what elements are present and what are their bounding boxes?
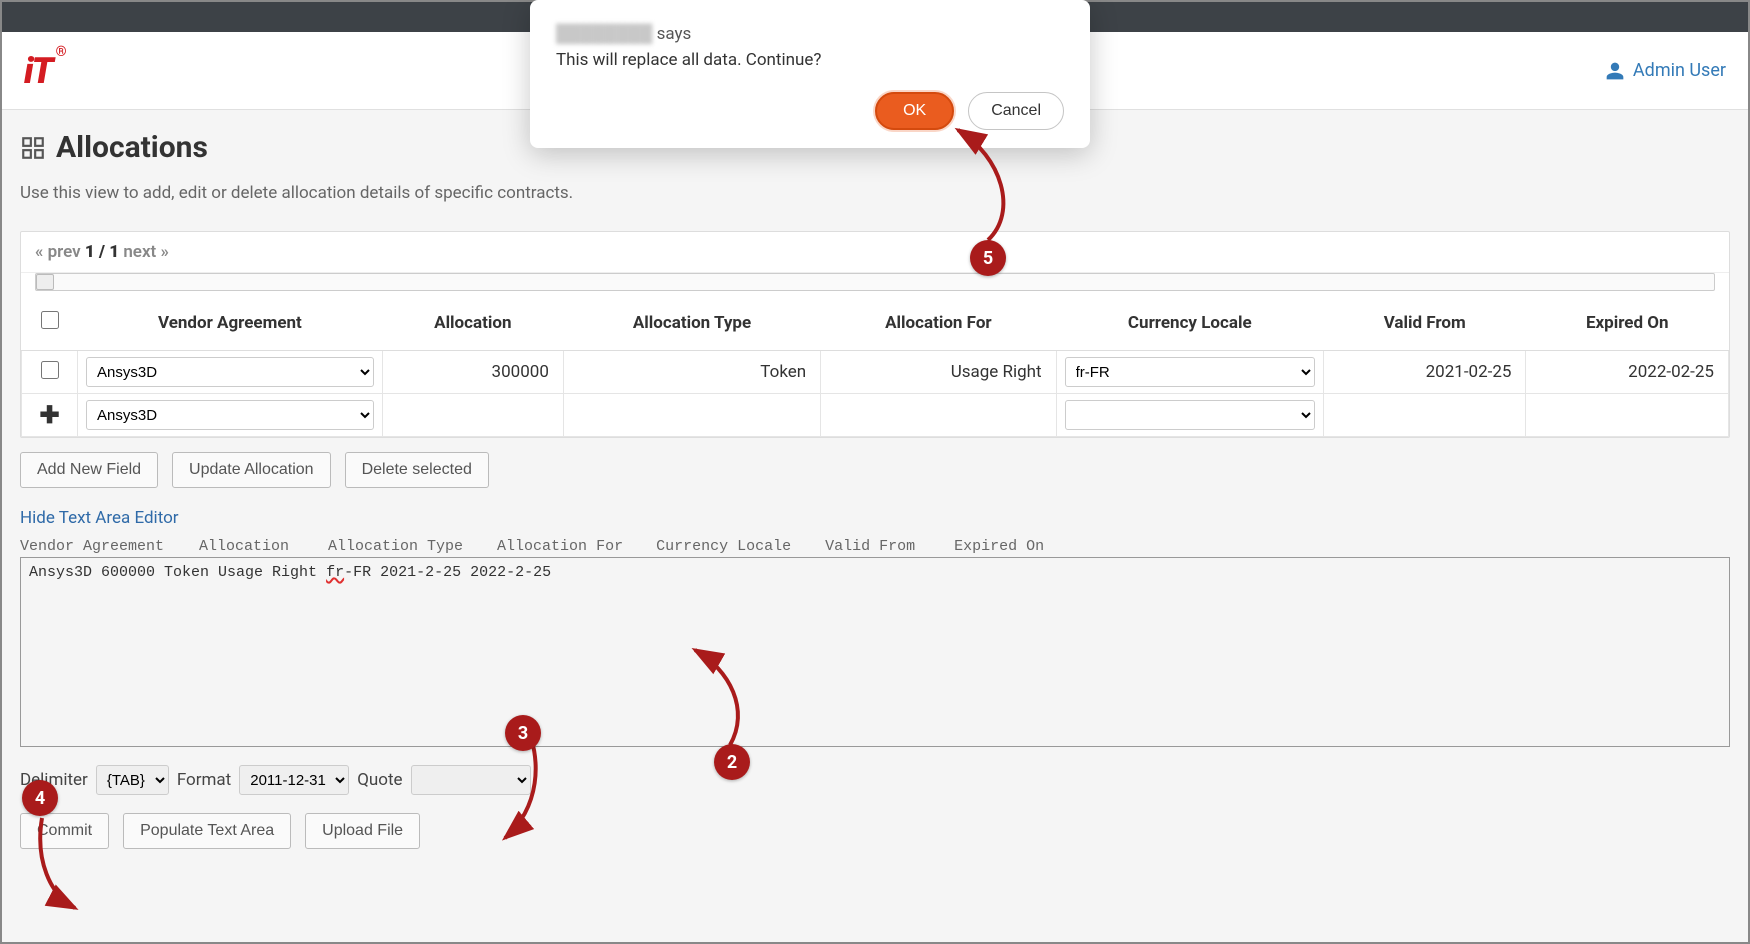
current-user-name: Admin User — [1633, 60, 1726, 81]
col-expired-on: Expired On — [1526, 295, 1729, 351]
page-subtitle: Use this view to add, edit or delete all… — [20, 183, 1730, 203]
commit-button[interactable]: Commit — [20, 813, 109, 849]
spellcheck-marker: fr — [326, 564, 344, 581]
allocation-value[interactable]: 300000 — [391, 362, 555, 382]
scroll-thumb[interactable] — [36, 274, 54, 290]
label-currency-locale: Currency Locale — [656, 538, 816, 555]
vendor-agreement-select[interactable]: Ansys3D — [86, 400, 374, 430]
dialog-origin-blurred: ████████ — [556, 24, 652, 44]
row-checkbox[interactable] — [41, 361, 59, 379]
grid-icon — [20, 135, 46, 161]
currency-locale-select[interactable]: fr-FR — [1065, 357, 1315, 387]
logo-text: iT — [24, 50, 52, 92]
allocations-table: Vendor Agreement Allocation Allocation T… — [21, 295, 1729, 437]
upload-file-button[interactable]: Upload File — [305, 813, 420, 849]
dialog-origin: ████████ says — [556, 24, 1064, 44]
quote-select[interactable] — [411, 765, 531, 795]
delete-selected-button[interactable]: Delete selected — [345, 452, 489, 488]
col-valid-from: Valid From — [1323, 295, 1525, 351]
text-area-column-labels: Vendor Agreement Allocation Allocation T… — [20, 538, 1730, 555]
allocations-table-panel: « prev 1 / 1 next » Vendor Agreement All… — [20, 231, 1730, 438]
currency-locale-select[interactable] — [1065, 400, 1315, 430]
step-badge-5: 5 — [970, 240, 1006, 276]
label-allocation: Allocation — [199, 538, 319, 555]
label-vendor-agreement: Vendor Agreement — [20, 538, 190, 555]
col-allocation-type: Allocation Type — [563, 295, 820, 351]
expired-on-value[interactable]: 2022-02-25 — [1534, 362, 1720, 382]
format-label: Format — [177, 770, 231, 790]
update-allocation-button[interactable]: Update Allocation — [172, 452, 331, 488]
label-allocation-type: Allocation Type — [328, 538, 488, 555]
add-row-icon[interactable]: ✚ — [39, 401, 59, 429]
logo-registered: ® — [56, 44, 65, 60]
bulk-edit-textarea[interactable]: Ansys3D 600000 Token Usage Right fr-FR 2… — [20, 557, 1730, 747]
col-vendor-agreement: Vendor Agreement — [78, 295, 383, 351]
col-allocation-for: Allocation For — [821, 295, 1056, 351]
add-new-field-button[interactable]: Add New Field — [20, 452, 158, 488]
table-row: Ansys3D 300000 Token Usage Right fr-FR 2… — [22, 351, 1729, 394]
confirm-dialog: ████████ says This will replace all data… — [530, 0, 1090, 148]
label-expired-on: Expired On — [954, 538, 1074, 555]
format-select[interactable]: 2011-12-31 — [239, 765, 349, 795]
label-allocation-for: Allocation For — [497, 538, 647, 555]
hide-text-area-editor-link[interactable]: Hide Text Area Editor — [20, 508, 179, 528]
current-user[interactable]: Admin User — [1605, 60, 1726, 81]
pager-position: 1 / 1 — [85, 242, 119, 262]
select-all-checkbox[interactable] — [41, 311, 59, 329]
vendor-agreement-select[interactable]: Ansys3D — [86, 357, 374, 387]
pager: « prev 1 / 1 next » — [21, 232, 1729, 273]
pager-next[interactable]: next » — [123, 242, 169, 262]
dialog-cancel-button[interactable]: Cancel — [968, 92, 1064, 130]
step-badge-4: 4 — [22, 780, 58, 816]
dialog-says-text: says — [657, 24, 692, 44]
label-valid-from: Valid From — [825, 538, 945, 555]
delimiter-select[interactable]: {TAB} — [96, 765, 169, 795]
dialog-ok-button[interactable]: OK — [875, 92, 954, 130]
valid-from-value[interactable]: 2021-02-25 — [1332, 362, 1517, 382]
col-currency-locale: Currency Locale — [1056, 295, 1323, 351]
col-allocation: Allocation — [382, 295, 563, 351]
page-title-text: Allocations — [56, 130, 208, 165]
populate-text-area-button[interactable]: Populate Text Area — [123, 813, 291, 849]
app-logo: iT® — [24, 50, 65, 92]
dialog-message: This will replace all data. Continue? — [556, 50, 1064, 70]
table-row: ✚ Ansys3D — [22, 394, 1729, 437]
user-icon — [1605, 61, 1625, 81]
allocation-type-value[interactable]: Token — [572, 362, 812, 382]
quote-label: Quote — [357, 770, 402, 790]
allocation-for-value[interactable]: Usage Right — [829, 362, 1047, 382]
pager-prev[interactable]: « prev — [35, 242, 81, 262]
step-badge-3: 3 — [505, 715, 541, 751]
step-badge-2: 2 — [714, 744, 750, 780]
horizontal-scrollbar[interactable] — [35, 273, 1715, 291]
table-header-row: Vendor Agreement Allocation Allocation T… — [22, 295, 1729, 351]
